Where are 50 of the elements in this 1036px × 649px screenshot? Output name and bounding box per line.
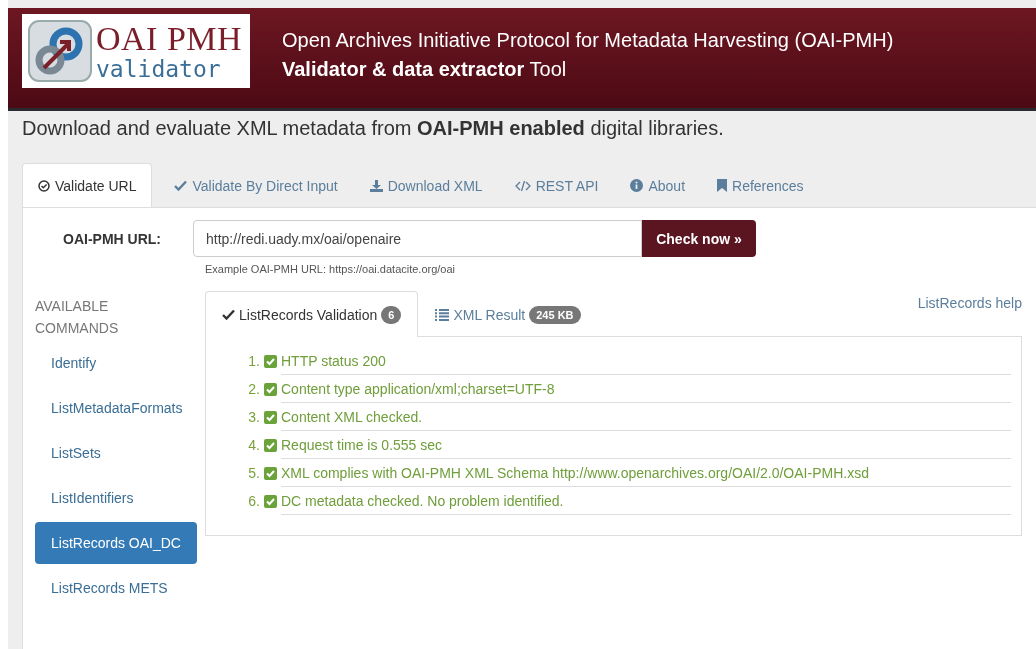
item-number: 2. bbox=[247, 381, 260, 397]
example-text: Example OAI-PMH URL: https://oai.datacite.org/oai bbox=[205, 263, 457, 275]
code-icon bbox=[514, 179, 531, 192]
check-result: XML complies with OAI-PMH XML Schema http://www.openarchives.org/OAI/2.0/OAI-PMH.xsd bbox=[281, 459, 1011, 487]
bookmark-icon bbox=[717, 179, 728, 192]
site-title: Open Archives Initiative Protocol for Metadata Harvesting (OAI-PMH) bbox=[282, 28, 894, 53]
url-input[interactable]: http://redi.uady.mx/oai/openaire bbox=[193, 220, 642, 257]
check-result: Content XML checked. bbox=[281, 403, 1011, 431]
chain-link-icon bbox=[28, 20, 92, 82]
command-item[interactable]: ListRecords METS bbox=[35, 567, 184, 609]
check-now-button[interactable]: Check now » bbox=[642, 220, 756, 257]
command-item[interactable]: ListSets bbox=[35, 432, 172, 474]
logo-title: OAI PMH bbox=[96, 21, 243, 56]
check-result: HTTP status 200 bbox=[281, 347, 1011, 375]
count-badge: 6 bbox=[381, 305, 402, 324]
result-tab[interactable]: ListRecords Validation 6 bbox=[205, 291, 419, 337]
url-label: OAI-PMH URL: bbox=[62, 230, 162, 247]
download-icon bbox=[369, 179, 383, 192]
tab-label: ListRecords Validation bbox=[239, 306, 378, 323]
intro-text: Download and evaluate XML metadata from OAI-PMH enabled digital libraries. bbox=[21, 116, 725, 141]
nav-tab[interactable]: REST API bbox=[498, 163, 615, 207]
check-icon bbox=[174, 180, 188, 191]
info-icon bbox=[630, 179, 644, 192]
check-result: DC metadata checked. No problem identified. bbox=[281, 487, 1011, 515]
nav-tab[interactable]: Download XML bbox=[353, 163, 499, 207]
count-badge: 245 KB bbox=[529, 305, 581, 324]
command-item[interactable]: ListMetadataFormats bbox=[35, 387, 199, 429]
item-number: 3. bbox=[247, 409, 260, 425]
item-number: 1. bbox=[247, 353, 260, 369]
sidebar-heading: AVAILABLE COMMANDS bbox=[35, 297, 120, 338]
logo-subtitle: validator bbox=[96, 57, 222, 81]
nav-tab[interactable]: Validate By Direct Input bbox=[158, 163, 354, 207]
item-number: 5. bbox=[247, 465, 260, 481]
tab-label: XML Result bbox=[453, 306, 526, 323]
command-item[interactable]: Identify bbox=[35, 342, 172, 384]
help-link[interactable]: ListRecords help bbox=[917, 291, 1022, 311]
check-icon bbox=[222, 309, 235, 320]
check-circle-icon bbox=[38, 179, 50, 192]
check-result: Content type application/xml;charset=UTF-8 bbox=[281, 375, 1011, 403]
list-icon bbox=[435, 308, 450, 321]
item-number: 4. bbox=[247, 437, 260, 453]
site-subtitle: Validator & data extractor Tool bbox=[282, 57, 568, 82]
nav-tab[interactable]: About bbox=[614, 163, 702, 207]
item-number: 6. bbox=[247, 493, 260, 509]
command-item[interactable]: ListRecords OAI_DC bbox=[35, 522, 197, 564]
nav-tab[interactable]: References bbox=[701, 163, 820, 207]
nav-tab[interactable]: Validate URL bbox=[22, 163, 153, 207]
result-tab[interactable]: XML Result 245 KB bbox=[418, 291, 598, 337]
command-item[interactable]: ListIdentifiers bbox=[35, 477, 172, 519]
check-result: Request time is 0.555 sec bbox=[281, 431, 1011, 459]
